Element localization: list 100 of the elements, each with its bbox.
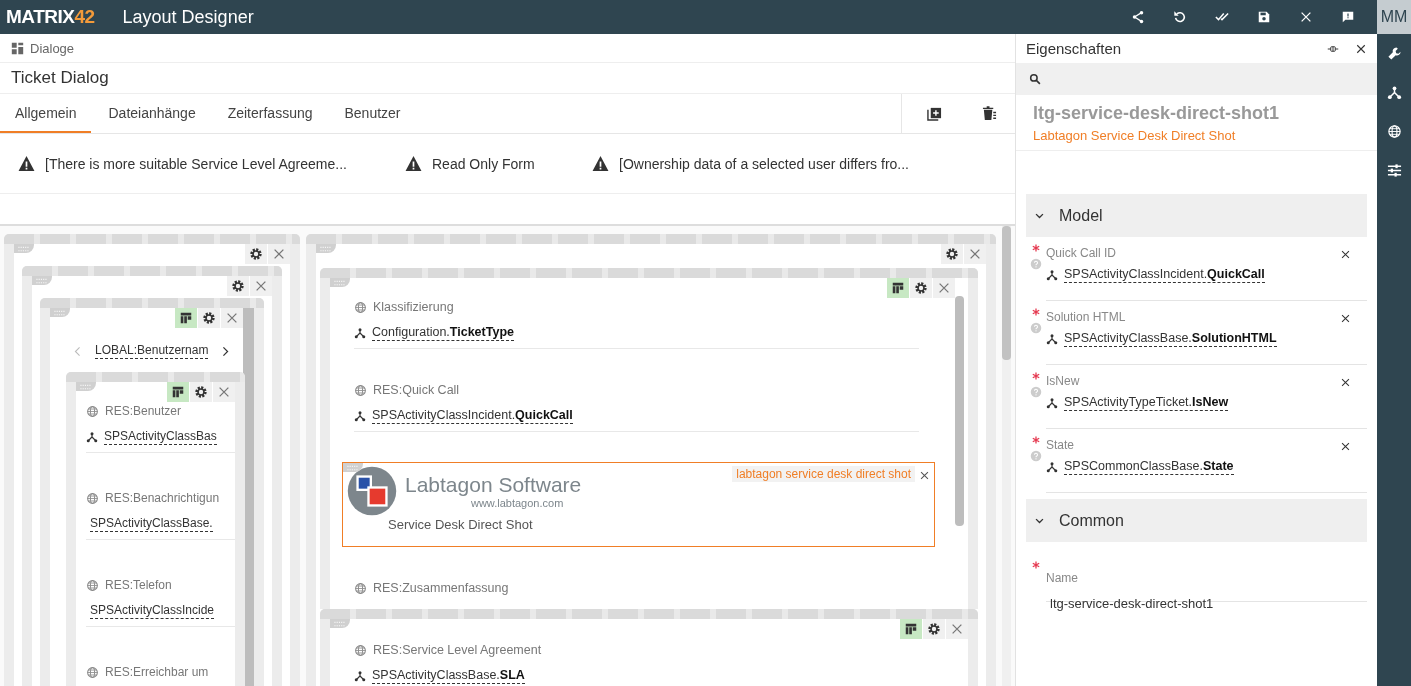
property-label: Name [1046, 571, 1078, 585]
layout-container[interactable]: RES:Benutzer SPSActivityClassBas RES:Benachrichtigun SPSActivityClassBase. RES:Telefon SPSActivityClassIncide RES:Erreichbar um [66, 372, 245, 686]
logo-mark-icon [347, 466, 397, 516]
user-avatar[interactable]: MM [1377, 0, 1411, 34]
layout-icon[interactable] [887, 278, 909, 298]
settings-icon[interactable] [910, 278, 932, 298]
hierarchy-icon [1046, 397, 1058, 409]
settings-icon[interactable] [941, 244, 963, 264]
property-label: Solution HTML [1046, 310, 1126, 324]
field-label: RES:Erreichbar um [105, 665, 209, 679]
layout-container[interactable]: LOBAL:Benutzernam RES:Benutzer SPSActivityClassBas RES:Benachrichtigun SPSActivityClassBase. RES:Telefon SPSActivityClassIncide RES:Erreichbar um [4, 234, 300, 686]
hierarchy-icon [1046, 333, 1058, 345]
layout-container[interactable]: RES:Service Level Agreement SPSActivityClassBase.SLA [320, 609, 978, 686]
drag-handle[interactable] [330, 278, 350, 287]
settings-icon[interactable] [198, 308, 220, 328]
section-header[interactable]: Model [1026, 194, 1367, 237]
drag-handle[interactable] [14, 244, 34, 253]
field-label: Klassifizierung [373, 300, 454, 314]
globe-icon [354, 581, 367, 595]
scrollbar[interactable] [955, 296, 964, 526]
settings-icon[interactable] [245, 244, 267, 264]
remove-icon[interactable] [1340, 249, 1351, 260]
layout-icon[interactable] [175, 308, 197, 328]
breadcrumb-link[interactable]: Dialoge [30, 40, 75, 56]
tab[interactable]: Benutzer [329, 94, 416, 133]
hierarchy-icon [1046, 269, 1058, 281]
carousel-tab[interactable]: LOBAL:Benutzernam [95, 343, 209, 359]
remove-icon[interactable] [1340, 377, 1351, 388]
scrollbar[interactable] [243, 308, 254, 686]
close-icon[interactable] [1355, 42, 1367, 55]
globe-icon [86, 404, 99, 418]
search-field[interactable] [1016, 63, 1377, 95]
hierarchy-icon [354, 410, 366, 422]
drag-handle[interactable] [330, 619, 350, 628]
hierarchy-icon [354, 327, 366, 339]
logo-name: Labtagon Software [405, 473, 582, 497]
panel-title: Eigenschaften [1026, 40, 1122, 57]
field-label: RES:Benachrichtigun [105, 491, 220, 505]
drag-handle[interactable] [50, 308, 70, 317]
binding-link[interactable]: SPSActivityClassIncident.QuickCall [1064, 267, 1265, 283]
hierarchy-icon [86, 431, 98, 443]
binding-link[interactable]: SPSActivityClassBase.SolutionHTML [1064, 331, 1277, 347]
drag-handle[interactable] [343, 463, 363, 472]
hierarchy-icon[interactable] [1386, 85, 1402, 100]
image-caption: Service Desk Direct Shot [388, 517, 534, 532]
binding-link[interactable]: SPSActivityClassBase. [90, 516, 213, 532]
settings-icon[interactable] [190, 382, 212, 402]
field-label: RES:Telefon [105, 578, 172, 592]
image-control[interactable]: Labtagon Software www.labtagon.com labtagon service desk direct shot Service Desk Direct Shot [342, 462, 935, 547]
element-type: Labtagon Service Desk Direct Shot [1033, 128, 1237, 143]
dashboard-icon [11, 41, 24, 55]
globe-icon [354, 643, 367, 657]
app-title: Layout Designer [122, 6, 254, 28]
hierarchy-icon [1046, 461, 1058, 473]
drag-handle[interactable] [32, 276, 52, 285]
name-field[interactable]: ltg-service-desk-direct-shot1 [1046, 586, 1367, 617]
tab[interactable]: Allgemein [0, 94, 92, 133]
warning-icon [592, 155, 609, 172]
section-header[interactable]: Common [1026, 499, 1367, 542]
binding-link[interactable]: Configuration.TicketType [372, 325, 514, 341]
binding-link[interactable]: SPSActivityTypeTicket.IsNew [1064, 395, 1229, 411]
tab-container[interactable]: LOBAL:Benutzernam RES:Benutzer SPSActivityClassBas RES:Benachrichtigun SPSActivityClassBase. RES:Telefon SPSActivityClassIncide RES:Erreichbar um [40, 298, 264, 686]
binding-link[interactable]: SPSActivityClassIncide [90, 603, 215, 619]
settings-icon[interactable] [923, 619, 945, 639]
binding-link[interactable]: SPSActivityClassBase.SLA [372, 668, 525, 684]
globe-icon [86, 665, 99, 679]
globe-icon [86, 578, 99, 592]
remove-icon[interactable] [1340, 313, 1351, 324]
tab[interactable]: Zeiterfassung [212, 94, 328, 133]
drag-handle[interactable] [76, 382, 96, 391]
add-copy-icon[interactable] [927, 106, 942, 121]
logo: MATRIX42 [6, 6, 95, 28]
binding-link[interactable]: SPSActivityClassBas [104, 429, 217, 445]
sliders-icon[interactable] [1386, 163, 1402, 178]
hierarchy-icon [354, 670, 366, 682]
property-label: IsNew [1046, 374, 1080, 388]
drag-handle[interactable] [316, 244, 336, 253]
warning-message: [Ownership data of a selected user differs fro... [619, 155, 909, 172]
tab[interactable]: Dateianhänge [93, 94, 211, 133]
scrollbar[interactable] [1002, 226, 1011, 686]
warning-message: [There is more suitable Service Level Agreeme... [45, 155, 347, 172]
settings-icon[interactable] [227, 276, 249, 296]
warning-icon [405, 155, 422, 172]
field-label: RES:Quick Call [373, 383, 460, 397]
globe-icon[interactable] [1386, 124, 1402, 139]
wrench-icon[interactable] [1386, 46, 1402, 61]
layout-icon[interactable] [167, 382, 189, 402]
layout-container[interactable]: LOBAL:Benutzernam RES:Benutzer SPSActivityClassBas RES:Benachrichtigun SPSActivityClassBase. RES:Telefon SPSActivityClassIncide RES:Erreichbar um [22, 266, 282, 686]
property-label: State [1046, 438, 1075, 452]
element-name: ltg-service-desk-direct-shot1 [1033, 103, 1281, 124]
delete-list-icon[interactable] [982, 106, 997, 121]
close-icon[interactable] [919, 470, 930, 481]
remove-icon[interactable] [1340, 441, 1351, 452]
binding-link[interactable]: SPSCommonClassBase.State [1064, 459, 1234, 475]
binding-link[interactable]: SPSActivityClassIncident.QuickCall [372, 408, 573, 424]
layout-icon[interactable] [900, 619, 922, 639]
field-label: RES:Benutzer [105, 404, 182, 418]
globe-icon [86, 491, 99, 505]
warning-icon [18, 155, 35, 172]
dialog-title: Ticket Dialog [11, 68, 109, 88]
